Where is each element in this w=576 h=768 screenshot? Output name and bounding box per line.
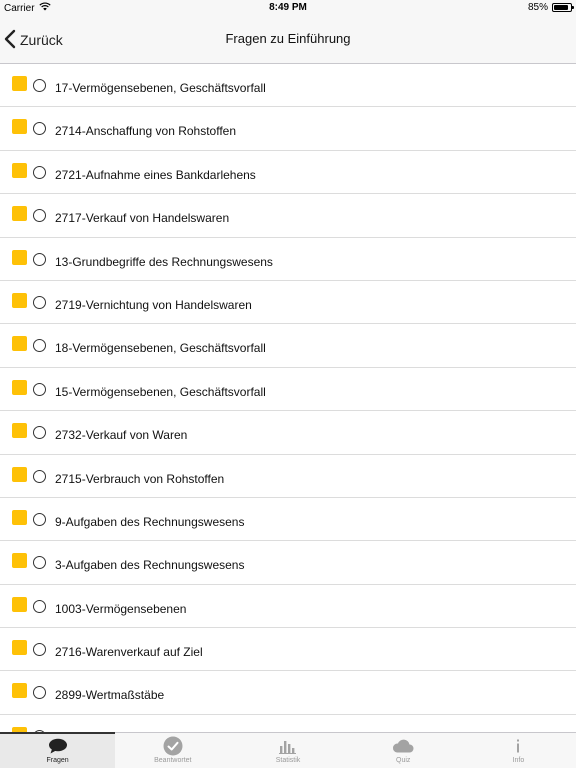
list-item-label: 17-Vermögensebenen, Geschäftsvorfall — [55, 81, 266, 95]
tab-label: Fragen — [46, 757, 69, 764]
battery-fill — [554, 5, 568, 10]
tab-info[interactable]: Info — [461, 733, 576, 768]
list-item-label: 13-Grundbegriffe des Rechnungswesens — [55, 254, 273, 269]
flag-icon — [12, 423, 27, 439]
bar-chart-icon — [279, 737, 297, 755]
list-item[interactable]: 2716-Warenverkauf auf Ziel — [0, 628, 576, 672]
battery-percent: 85% — [527, 2, 548, 13]
list-item-label: 1003-Vermögensebenen — [55, 601, 187, 616]
app-screen: Carrier 8:49 PM 85% Zurück Fragen zu Ein… — [0, 0, 576, 768]
list-item-label: 3-Aufgaben des Rechnungswesens — [55, 558, 245, 573]
radio-circle-icon[interactable] — [33, 252, 46, 266]
tab-label: Info — [512, 757, 525, 764]
back-label: Zurück — [20, 32, 63, 48]
tab-beantwortet[interactable]: Beantwortet — [115, 733, 230, 768]
radio-circle-icon[interactable] — [33, 469, 46, 483]
question-list: 17-Vermögensebenen, Geschäftsvorfall 2714… — [0, 64, 576, 732]
list-item-label: 18-Vermögensebenen, Geschäftsvorfall — [55, 341, 266, 356]
flag-icon — [12, 553, 27, 569]
list-item[interactable]: 3-Aufgaben des Rechnungswesens — [0, 541, 576, 585]
tab-quiz[interactable]: Quiz — [346, 733, 461, 768]
tab-label: Quiz — [396, 757, 411, 764]
list-item[interactable]: 2715-Verbrauch von Rohstoffen — [0, 455, 576, 498]
flag-icon — [12, 336, 27, 352]
radio-circle-icon[interactable] — [33, 295, 46, 309]
list-item[interactable]: 2732-Verkauf von Waren — [0, 411, 576, 455]
list-item[interactable]: 2721-Aufnahme eines Bankdarlehens — [0, 151, 576, 195]
flag-icon — [12, 119, 27, 135]
list-item-label: 2721-Aufnahme eines Bankdarlehens — [55, 167, 256, 182]
list-item[interactable]: 2719-Vernichtung von Handelswaren — [0, 281, 576, 325]
radio-circle-icon[interactable] — [33, 382, 46, 396]
tab-label: Beantwortet — [154, 757, 192, 764]
page-title: Fragen zu Einführung — [225, 31, 351, 46]
radio-circle-icon[interactable] — [33, 643, 46, 657]
flag-icon — [12, 466, 27, 482]
list-item-label: 2732-Verkauf von Waren — [55, 428, 188, 443]
list-item[interactable]: 2899-Wertmaßstäbe — [0, 671, 576, 715]
navigation-bar: Zurück Fragen zu Einführung — [0, 16, 576, 64]
list-item[interactable]: 2717-Verkauf von Handelswaren — [0, 194, 576, 238]
flag-icon — [12, 292, 27, 308]
flag-icon — [12, 76, 27, 91]
list-item-label: 2715-Verbrauch von Rohstoffen — [55, 471, 225, 486]
list-item-label: 2717-Verkauf von Handelswaren — [55, 211, 230, 226]
back-button[interactable]: Zurück — [4, 26, 63, 54]
tab-label: Statistik — [275, 757, 301, 764]
status-right: 85% — [527, 2, 574, 13]
radio-circle-icon[interactable] — [33, 79, 46, 92]
flag-icon — [12, 509, 27, 525]
list-item[interactable]: 9-Aufgaben des Rechnungswesens — [0, 498, 576, 542]
radio-circle-icon[interactable] — [33, 556, 46, 570]
radio-circle-icon[interactable] — [33, 599, 46, 613]
tab-fragen[interactable]: Fragen — [0, 732, 116, 768]
chevron-left-icon — [4, 29, 16, 52]
flag-icon — [12, 683, 27, 699]
radio-circle-icon[interactable] — [33, 686, 46, 700]
list-item[interactable]: 18-Vermögensebenen, Geschäftsvorfall — [0, 324, 576, 368]
tab-bar: Fragen Beantwortet Statistik Quiz Info — [0, 732, 576, 768]
flag-icon — [12, 640, 27, 656]
list-item[interactable]: 1003-Vermögensebenen — [0, 585, 576, 629]
list-item-label: 9-Aufgaben des Rechnungswesens — [55, 514, 245, 529]
list-item-label: 2716-Warenverkauf auf Ziel — [55, 645, 203, 660]
flag-icon — [12, 249, 27, 265]
radio-circle-icon[interactable] — [33, 426, 46, 440]
list-item[interactable]: 15-Vermögensebenen, Geschäftsvorfall — [0, 368, 576, 412]
status-bar: Carrier 8:49 PM 85% — [0, 0, 576, 16]
radio-circle-icon[interactable] — [33, 209, 46, 223]
cloud-icon — [392, 737, 414, 755]
list-item[interactable]: 13-Grundbegriffe des Rechnungswesens — [0, 238, 576, 281]
radio-circle-icon[interactable] — [33, 165, 46, 179]
speech-bubble-icon — [48, 737, 68, 755]
radio-circle-icon[interactable] — [33, 512, 46, 526]
flag-icon — [12, 162, 27, 178]
list-item-label: 15-Vermögensebenen, Geschäftsvorfall — [55, 384, 266, 399]
status-time: 8:49 PM — [269, 2, 307, 13]
battery-icon — [552, 3, 574, 12]
info-icon — [514, 737, 522, 755]
radio-circle-icon[interactable] — [33, 339, 46, 353]
flag-icon — [12, 379, 27, 395]
list-item[interactable]: 2714-Anschaffung von Rohstoffen — [0, 107, 576, 151]
list-item-label: 2714-Anschaffung von Rohstoffen — [55, 124, 237, 139]
list-item[interactable] — [0, 715, 576, 732]
list-item-label: 2719-Vernichtung von Handelswaren — [55, 297, 252, 312]
checkmark-circle-icon — [163, 736, 183, 756]
flag-icon — [12, 206, 27, 222]
tab-statistik[interactable]: Statistik — [230, 733, 345, 768]
radio-circle-icon[interactable] — [33, 122, 46, 136]
flag-icon — [12, 596, 27, 612]
list-item-label: 2899-Wertmaßstäbe — [55, 688, 165, 703]
list-item[interactable]: 17-Vermögensebenen, Geschäftsvorfall — [0, 64, 576, 108]
